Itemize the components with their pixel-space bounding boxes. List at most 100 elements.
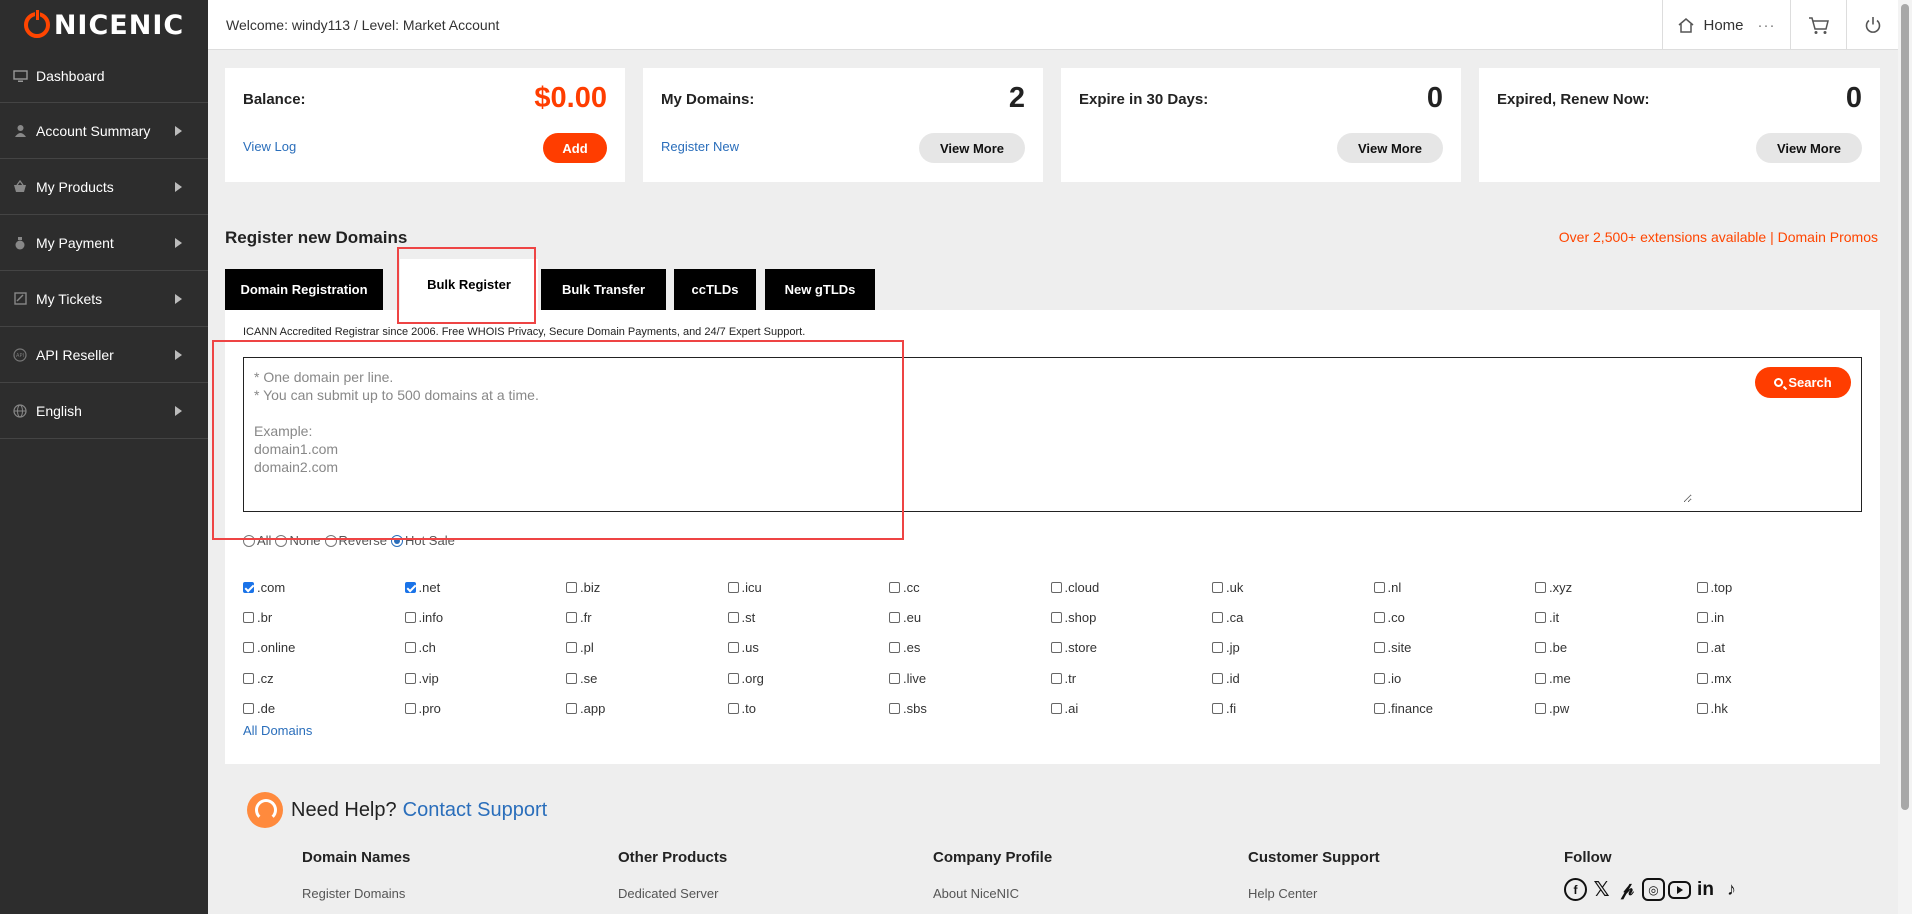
checkbox[interactable] [889, 611, 900, 623]
checkbox[interactable] [727, 642, 739, 654]
sidebar-item-account-summary[interactable]: Account Summary [0, 102, 208, 158]
checkbox[interactable] [727, 702, 739, 714]
checkbox[interactable] [889, 642, 900, 654]
checkbox[interactable] [1696, 702, 1708, 714]
logout-button[interactable] [1846, 0, 1898, 50]
youtube-icon[interactable] [1668, 878, 1691, 901]
checkbox[interactable] [1373, 581, 1385, 593]
tab-domain-registration[interactable]: Domain Registration [225, 269, 383, 310]
checkbox[interactable] [889, 672, 900, 684]
tld-checkbox-item[interactable]: .jp [1212, 633, 1374, 663]
tab-bulk-register[interactable]: Bulk Register [400, 259, 538, 310]
checkbox[interactable] [727, 581, 739, 593]
radio-all[interactable]: All [243, 533, 271, 548]
checkbox[interactable] [1212, 611, 1223, 623]
checkbox[interactable] [1373, 702, 1385, 714]
checkbox[interactable] [1696, 611, 1708, 623]
checkbox[interactable] [1696, 581, 1708, 593]
checkbox[interactable] [1373, 611, 1385, 623]
radio-hot-sale[interactable]: Hot Sale [390, 533, 455, 548]
checkbox[interactable] [1535, 642, 1546, 654]
page-scrollbar[interactable] [1898, 0, 1912, 914]
checkbox[interactable] [404, 611, 416, 623]
checkbox[interactable] [566, 581, 577, 593]
checkbox[interactable] [404, 581, 416, 593]
checkbox[interactable] [404, 672, 416, 684]
all-domains-link[interactable]: All Domains [243, 723, 312, 738]
scrollbar-thumb[interactable] [1901, 4, 1909, 810]
footer-link[interactable]: Dedicated Server [618, 886, 727, 901]
tld-checkbox-item[interactable]: .tr [1050, 663, 1213, 693]
checkbox[interactable] [243, 702, 254, 714]
domains-view-more-button[interactable]: View More [919, 133, 1025, 163]
checkbox[interactable] [1212, 702, 1223, 714]
tld-checkbox-item[interactable]: .be [1535, 633, 1697, 663]
checkbox[interactable] [1050, 672, 1062, 684]
tld-checkbox-item[interactable]: .fi [1212, 693, 1374, 723]
search-button[interactable]: Search [1755, 367, 1851, 398]
pinterest-icon[interactable]: 𝓅 [1616, 878, 1639, 901]
checkbox[interactable] [404, 702, 416, 714]
tld-checkbox-item[interactable]: .online [243, 633, 405, 663]
checkbox[interactable] [1050, 611, 1062, 623]
footer-link[interactable]: Help Center [1248, 886, 1380, 901]
checkbox[interactable] [1696, 672, 1708, 684]
checkbox[interactable] [1535, 702, 1546, 714]
sidebar-item-english[interactable]: English [0, 382, 208, 438]
tld-checkbox-item[interactable]: .app [566, 693, 728, 723]
instagram-icon[interactable]: ◎ [1642, 878, 1665, 901]
tld-checkbox-item[interactable]: .live [889, 663, 1051, 693]
footer-link[interactable]: Register Domains [302, 886, 410, 901]
tld-checkbox-item[interactable]: .uk [1212, 572, 1374, 602]
tld-checkbox-item[interactable]: .it [1535, 602, 1697, 632]
tld-checkbox-item[interactable]: .in [1696, 602, 1859, 632]
tld-checkbox-item[interactable]: .us [727, 633, 890, 663]
checkbox[interactable] [1050, 702, 1062, 714]
tld-checkbox-item[interactable]: .to [727, 693, 890, 723]
tld-checkbox-item[interactable]: .finance [1373, 693, 1536, 723]
tld-checkbox-item[interactable]: .es [889, 633, 1051, 663]
sidebar-item-api-reseller[interactable]: API API Reseller [0, 326, 208, 382]
tld-checkbox-item[interactable]: .se [566, 663, 728, 693]
sidebar-item-dashboard[interactable]: Dashboard [0, 50, 208, 102]
tld-checkbox-item[interactable]: .mx [1696, 663, 1859, 693]
tld-checkbox-item[interactable]: .io [1373, 663, 1536, 693]
sidebar-item-my-products[interactable]: My Products [0, 158, 208, 214]
tld-checkbox-item[interactable]: .store [1050, 633, 1213, 663]
radio-none[interactable]: None [275, 533, 321, 548]
checkbox[interactable] [243, 642, 254, 654]
tab-new-gtlds[interactable]: New gTLDs [765, 269, 875, 310]
checkbox[interactable] [243, 611, 254, 623]
checkbox[interactable] [404, 642, 416, 654]
cart-button[interactable] [1790, 0, 1846, 50]
tld-checkbox-item[interactable]: .eu [889, 602, 1051, 632]
tld-checkbox-item[interactable]: .hk [1696, 693, 1859, 723]
tld-checkbox-item[interactable]: .net [404, 572, 567, 602]
add-funds-button[interactable]: Add [543, 133, 607, 163]
tld-checkbox-item[interactable]: .st [727, 602, 890, 632]
checkbox[interactable] [1535, 672, 1546, 684]
tld-checkbox-item[interactable]: .id [1212, 663, 1374, 693]
tld-checkbox-item[interactable]: .icu [727, 572, 890, 602]
tld-checkbox-item[interactable]: .br [243, 602, 405, 632]
tld-checkbox-item[interactable]: .sbs [889, 693, 1051, 723]
checkbox[interactable] [889, 702, 900, 714]
tld-checkbox-item[interactable]: .ai [1050, 693, 1213, 723]
tld-checkbox-item[interactable]: .com [243, 572, 405, 602]
checkbox[interactable] [243, 581, 254, 593]
checkbox[interactable] [727, 611, 739, 623]
checkbox[interactable] [727, 672, 739, 684]
register-new-link[interactable]: Register New [661, 139, 739, 154]
tld-checkbox-item[interactable]: .pro [404, 693, 567, 723]
tab-bulk-transfer[interactable]: Bulk Transfer [541, 269, 666, 310]
tld-checkbox-item[interactable]: .ch [404, 633, 567, 663]
radio-reverse[interactable]: Reverse [324, 533, 387, 548]
tld-checkbox-item[interactable]: .cloud [1050, 572, 1213, 602]
tld-checkbox-item[interactable]: .pl [566, 633, 728, 663]
checkbox[interactable] [1212, 581, 1223, 593]
tld-checkbox-item[interactable]: .shop [1050, 602, 1213, 632]
sidebar-item-my-tickets[interactable]: My Tickets [0, 270, 208, 326]
x-icon[interactable]: 𝕏 [1590, 878, 1613, 901]
linkedin-icon[interactable]: in [1694, 878, 1717, 901]
tiktok-icon[interactable]: ♪ [1720, 878, 1743, 901]
